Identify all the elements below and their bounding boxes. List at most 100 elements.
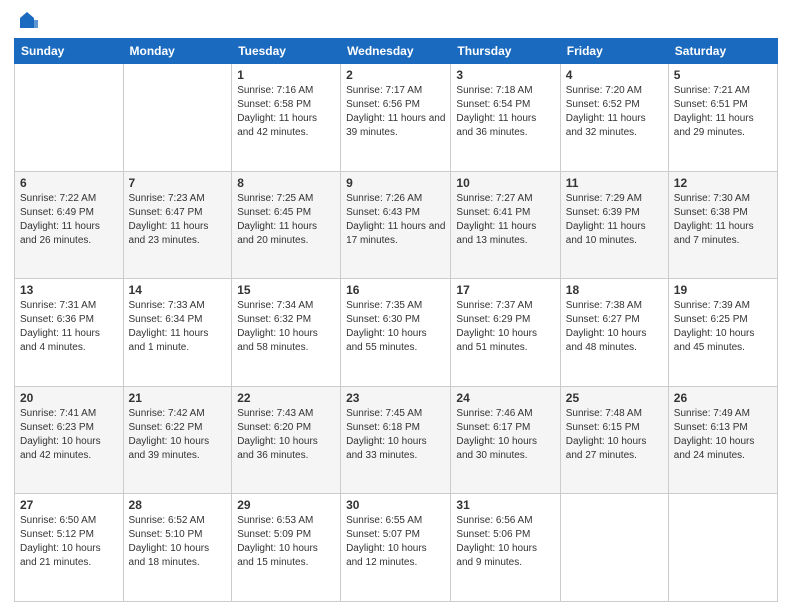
day-number: 24 bbox=[456, 391, 554, 405]
day-info: Sunrise: 7:31 AMSunset: 6:36 PMDaylight:… bbox=[20, 299, 118, 355]
day-number: 2 bbox=[346, 68, 445, 82]
day-cell: 19Sunrise: 7:39 AMSunset: 6:25 PMDayligh… bbox=[668, 279, 777, 387]
week-row-2: 6 Sunrise: 7:22 AMSunset: 6:49 PMDaylight… bbox=[15, 171, 778, 279]
day-info: Sunrise: 7:17 AMSunset: 6:56 PMDaylight:… bbox=[346, 84, 445, 140]
day-cell: 5 Sunrise: 7:21 AMSunset: 6:51 PMDaylight… bbox=[668, 64, 777, 172]
day-info: Sunrise: 7:45 AMSunset: 6:18 PMDaylight:… bbox=[346, 407, 445, 463]
day-cell: 28 Sunrise: 6:52 AMSunset: 5:10 PMDayligh… bbox=[123, 494, 232, 602]
day-cell: 11 Sunrise: 7:29 AMSunset: 6:39 PMDayligh… bbox=[560, 171, 668, 279]
column-header-wednesday: Wednesday bbox=[341, 39, 451, 64]
day-number: 9 bbox=[346, 176, 445, 190]
day-info: Sunrise: 7:25 AMSunset: 6:45 PMDaylight:… bbox=[237, 192, 335, 248]
day-number: 20 bbox=[20, 391, 118, 405]
day-cell: 25 Sunrise: 7:48 AMSunset: 6:15 PMDayligh… bbox=[560, 386, 668, 494]
day-cell: 21 Sunrise: 7:42 AMSunset: 6:22 PMDayligh… bbox=[123, 386, 232, 494]
logo bbox=[14, 10, 38, 30]
day-number: 13 bbox=[20, 283, 118, 297]
day-cell bbox=[668, 494, 777, 602]
day-info: Sunrise: 6:53 AMSunset: 5:09 PMDaylight:… bbox=[237, 514, 335, 570]
day-cell: 26 Sunrise: 7:49 AMSunset: 6:13 PMDayligh… bbox=[668, 386, 777, 494]
day-cell bbox=[15, 64, 124, 172]
day-cell: 2 Sunrise: 7:17 AMSunset: 6:56 PMDaylight… bbox=[341, 64, 451, 172]
day-number: 16 bbox=[346, 283, 445, 297]
day-number: 6 bbox=[20, 176, 118, 190]
day-number: 21 bbox=[129, 391, 227, 405]
day-info: Sunrise: 6:56 AMSunset: 5:06 PMDaylight:… bbox=[456, 514, 554, 570]
day-info: Sunrise: 7:37 AMSunset: 6:29 PMDaylight:… bbox=[456, 299, 554, 355]
day-number: 1 bbox=[237, 68, 335, 82]
day-cell: 24Sunrise: 7:46 AMSunset: 6:17 PMDayligh… bbox=[451, 386, 560, 494]
day-number: 7 bbox=[129, 176, 227, 190]
day-cell: 14Sunrise: 7:33 AMSunset: 6:34 PMDayligh… bbox=[123, 279, 232, 387]
day-info: Sunrise: 7:43 AMSunset: 6:20 PMDaylight:… bbox=[237, 407, 335, 463]
day-info: Sunrise: 7:16 AMSunset: 6:58 PMDaylight:… bbox=[237, 84, 335, 140]
day-info: Sunrise: 7:22 AMSunset: 6:49 PMDaylight:… bbox=[20, 192, 118, 248]
day-number: 30 bbox=[346, 498, 445, 512]
day-cell: 16 Sunrise: 7:35 AMSunset: 6:30 PMDayligh… bbox=[341, 279, 451, 387]
day-cell: 22 Sunrise: 7:43 AMSunset: 6:20 PMDayligh… bbox=[232, 386, 341, 494]
week-row-4: 20 Sunrise: 7:41 AMSunset: 6:23 PMDayligh… bbox=[15, 386, 778, 494]
day-info: Sunrise: 7:20 AMSunset: 6:52 PMDaylight:… bbox=[566, 84, 663, 140]
day-number: 4 bbox=[566, 68, 663, 82]
column-header-monday: Monday bbox=[123, 39, 232, 64]
day-number: 19 bbox=[674, 283, 772, 297]
day-info: Sunrise: 7:41 AMSunset: 6:23 PMDaylight:… bbox=[20, 407, 118, 463]
day-info: Sunrise: 7:38 AMSunset: 6:27 PMDaylight:… bbox=[566, 299, 663, 355]
day-cell: 27 Sunrise: 6:50 AMSunset: 5:12 PMDayligh… bbox=[15, 494, 124, 602]
day-cell: 1 Sunrise: 7:16 AMSunset: 6:58 PMDaylight… bbox=[232, 64, 341, 172]
day-info: Sunrise: 7:27 AMSunset: 6:41 PMDaylight:… bbox=[456, 192, 554, 248]
week-row-3: 13 Sunrise: 7:31 AMSunset: 6:36 PMDayligh… bbox=[15, 279, 778, 387]
day-info: Sunrise: 7:35 AMSunset: 6:30 PMDaylight:… bbox=[346, 299, 445, 355]
day-cell: 20 Sunrise: 7:41 AMSunset: 6:23 PMDayligh… bbox=[15, 386, 124, 494]
day-cell: 7 Sunrise: 7:23 AMSunset: 6:47 PMDaylight… bbox=[123, 171, 232, 279]
day-number: 25 bbox=[566, 391, 663, 405]
day-info: Sunrise: 7:49 AMSunset: 6:13 PMDaylight:… bbox=[674, 407, 772, 463]
day-info: Sunrise: 7:29 AMSunset: 6:39 PMDaylight:… bbox=[566, 192, 663, 248]
day-info: Sunrise: 7:23 AMSunset: 6:47 PMDaylight:… bbox=[129, 192, 227, 248]
column-header-sunday: Sunday bbox=[15, 39, 124, 64]
day-info: Sunrise: 7:21 AMSunset: 6:51 PMDaylight:… bbox=[674, 84, 772, 140]
day-number: 3 bbox=[456, 68, 554, 82]
logo-icon bbox=[16, 10, 38, 32]
column-header-tuesday: Tuesday bbox=[232, 39, 341, 64]
day-number: 27 bbox=[20, 498, 118, 512]
day-info: Sunrise: 6:52 AMSunset: 5:10 PMDaylight:… bbox=[129, 514, 227, 570]
day-cell: 31 Sunrise: 6:56 AMSunset: 5:06 PMDayligh… bbox=[451, 494, 560, 602]
day-cell: 17 Sunrise: 7:37 AMSunset: 6:29 PMDayligh… bbox=[451, 279, 560, 387]
day-cell: 3 Sunrise: 7:18 AMSunset: 6:54 PMDaylight… bbox=[451, 64, 560, 172]
day-number: 17 bbox=[456, 283, 554, 297]
day-info: Sunrise: 6:55 AMSunset: 5:07 PMDaylight:… bbox=[346, 514, 445, 570]
day-number: 10 bbox=[456, 176, 554, 190]
calendar-table: SundayMondayTuesdayWednesdayThursdayFrid… bbox=[14, 38, 778, 602]
day-cell: 12 Sunrise: 7:30 AMSunset: 6:38 PMDayligh… bbox=[668, 171, 777, 279]
day-info: Sunrise: 7:30 AMSunset: 6:38 PMDaylight:… bbox=[674, 192, 772, 248]
day-number: 5 bbox=[674, 68, 772, 82]
day-number: 26 bbox=[674, 391, 772, 405]
day-number: 29 bbox=[237, 498, 335, 512]
day-cell: 10 Sunrise: 7:27 AMSunset: 6:41 PMDayligh… bbox=[451, 171, 560, 279]
day-number: 11 bbox=[566, 176, 663, 190]
day-info: Sunrise: 7:18 AMSunset: 6:54 PMDaylight:… bbox=[456, 84, 554, 140]
day-cell: 15Sunrise: 7:34 AMSunset: 6:32 PMDayligh… bbox=[232, 279, 341, 387]
day-cell: 23Sunrise: 7:45 AMSunset: 6:18 PMDayligh… bbox=[341, 386, 451, 494]
day-number: 15 bbox=[237, 283, 335, 297]
day-cell: 9Sunrise: 7:26 AMSunset: 6:43 PMDaylight… bbox=[341, 171, 451, 279]
column-header-friday: Friday bbox=[560, 39, 668, 64]
day-info: Sunrise: 6:50 AMSunset: 5:12 PMDaylight:… bbox=[20, 514, 118, 570]
day-info: Sunrise: 7:42 AMSunset: 6:22 PMDaylight:… bbox=[129, 407, 227, 463]
day-number: 31 bbox=[456, 498, 554, 512]
day-cell bbox=[560, 494, 668, 602]
day-number: 28 bbox=[129, 498, 227, 512]
day-number: 12 bbox=[674, 176, 772, 190]
day-cell: 4 Sunrise: 7:20 AMSunset: 6:52 PMDaylight… bbox=[560, 64, 668, 172]
day-number: 22 bbox=[237, 391, 335, 405]
day-cell: 18 Sunrise: 7:38 AMSunset: 6:27 PMDayligh… bbox=[560, 279, 668, 387]
week-row-5: 27 Sunrise: 6:50 AMSunset: 5:12 PMDayligh… bbox=[15, 494, 778, 602]
day-cell: 30 Sunrise: 6:55 AMSunset: 5:07 PMDayligh… bbox=[341, 494, 451, 602]
day-info: Sunrise: 7:48 AMSunset: 6:15 PMDaylight:… bbox=[566, 407, 663, 463]
day-cell: 8Sunrise: 7:25 AMSunset: 6:45 PMDaylight… bbox=[232, 171, 341, 279]
day-number: 18 bbox=[566, 283, 663, 297]
day-cell: 13 Sunrise: 7:31 AMSunset: 6:36 PMDayligh… bbox=[15, 279, 124, 387]
column-header-thursday: Thursday bbox=[451, 39, 560, 64]
header-row: SundayMondayTuesdayWednesdayThursdayFrid… bbox=[15, 39, 778, 64]
